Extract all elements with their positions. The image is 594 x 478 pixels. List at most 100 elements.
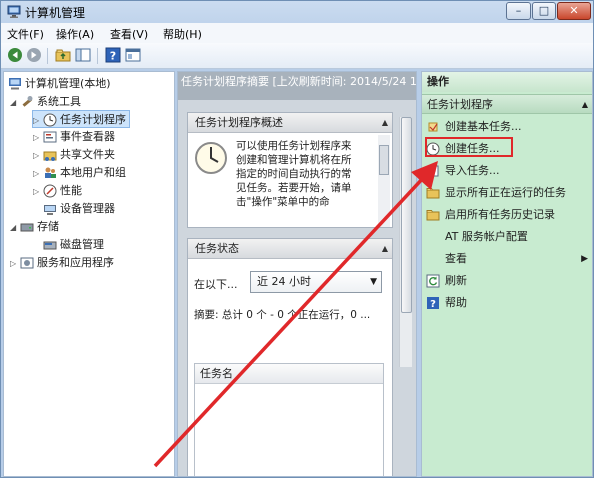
expand-arrow-icon[interactable]: ▷ [33, 147, 43, 165]
overview-section-header[interactable]: 任务计划程序概述 ▲ [188, 113, 392, 133]
tree-disk-management[interactable]: 磁盘管理 [43, 236, 104, 254]
center-scroll-thumb[interactable] [401, 117, 412, 313]
tree-performance-label: 性能 [60, 184, 82, 197]
actions-header-label: 操作 [427, 75, 449, 88]
task-status-title: 任务状态 [195, 242, 239, 255]
services-icon [20, 257, 34, 269]
maximize-button[interactable]: □ [532, 2, 556, 20]
collapse-arrow-icon[interactable]: ◢ [10, 219, 20, 237]
help-icon[interactable]: ? [105, 47, 121, 63]
computer-management-icon [7, 5, 21, 18]
action-enable-history[interactable]: 启用所有任务历史记录 [426, 204, 590, 226]
collapse-arrow-icon[interactable]: ◢ [10, 94, 20, 112]
toolbar: ? [1, 43, 593, 69]
folder-icon [426, 210, 440, 221]
center-pane: 任务计划程序摘要 [上次刷新时间: 2014/5/24 14 任务计划程序概述 … [177, 71, 417, 477]
actions-group-header[interactable]: 任务计划程序 ▲ [422, 94, 592, 115]
expand-arrow-icon[interactable]: ▷ [10, 255, 20, 273]
tree-services[interactable]: ▷ 服务和应用程序 [10, 254, 114, 272]
action-label: 显示所有正在运行的任务 [445, 186, 566, 199]
status-period-value: 近 24 小时 [257, 275, 311, 288]
action-show-running-tasks[interactable]: 显示所有正在运行的任务 [426, 182, 590, 204]
menu-bar: 文件(F) 操作(A) 查看(V) 帮助(H) [1, 23, 593, 43]
tree-shared-folders-label: 共享文件夹 [60, 148, 115, 161]
title-bar[interactable]: 计算机管理 – □ ✕ [1, 1, 593, 23]
tree-root-label: 计算机管理(本地) [25, 77, 111, 90]
collapse-icon[interactable]: ▲ [382, 239, 388, 259]
tree-disk-management-label: 磁盘管理 [60, 238, 104, 251]
back-icon[interactable] [7, 47, 23, 63]
properties-icon[interactable] [125, 47, 141, 63]
overview-line: 指定的时间自动执行的常 [236, 168, 352, 180]
action-create-basic-task[interactable]: 创建基本任务... [426, 116, 590, 138]
shared-folder-icon [43, 151, 57, 161]
tree-root[interactable]: 计算机管理(本地) [8, 75, 111, 93]
task-status-header[interactable]: 任务状态 ▲ [188, 239, 392, 259]
tree-task-scheduler[interactable]: ▷ 任务计划程序 [32, 110, 130, 128]
device-manager-icon [44, 205, 56, 215]
minimize-button[interactable]: – [506, 2, 531, 20]
close-icon: ✕ [569, 4, 579, 17]
expand-arrow-icon[interactable]: ▷ [33, 129, 43, 147]
tree-event-viewer-label: 事件查看器 [60, 130, 115, 143]
up-folder-icon[interactable] [55, 47, 71, 63]
tree-storage[interactable]: ◢ 存储 [10, 218, 59, 236]
actions-pane: 操作 任务计划程序 ▲ 创建基本任务... 创建任务... 导入任务... 显示… [421, 71, 593, 477]
tree-local-users[interactable]: ▷ 本地用户和组 [33, 164, 126, 182]
menu-file[interactable]: 文件(F) [7, 26, 44, 42]
show-hide-tree-icon[interactable] [75, 47, 91, 63]
center-scrollbar[interactable] [399, 117, 412, 367]
svg-text:?: ? [110, 50, 116, 63]
refresh-icon [426, 274, 440, 288]
chevron-down-icon: ▼ [370, 277, 377, 287]
expand-arrow-icon[interactable]: ▷ [33, 183, 43, 201]
submenu-arrow-icon: ▶ [581, 254, 588, 264]
task-name-column-header[interactable]: 任务名 [195, 364, 383, 384]
overview-line: 击"操作"菜单中的命 [236, 196, 330, 208]
console-tree: 计算机管理(本地) ◢ 系统工具 ▷ 任务计划程序 ▷ 事件查看器 ▷ 共享文件夹 ▷ 本… [3, 71, 175, 477]
action-import-task[interactable]: 导入任务... [426, 160, 590, 182]
status-summary: 摘要: 总计 0 个 - 0 个正在运行，0 ... [194, 309, 371, 321]
overview-scrollbar[interactable] [378, 135, 390, 227]
tree-device-manager[interactable]: 设备管理器 [43, 200, 115, 218]
actions-group-label: 任务计划程序 [427, 98, 493, 111]
menu-help[interactable]: 帮助(H) [163, 26, 202, 42]
tree-device-manager-label: 设备管理器 [60, 202, 115, 215]
tree-shared-folders[interactable]: ▷ 共享文件夹 [33, 146, 115, 164]
tree-system-tools[interactable]: ◢ 系统工具 [10, 93, 81, 111]
action-label: 帮助 [445, 296, 467, 309]
collapse-icon[interactable]: ▲ [382, 113, 388, 133]
tree-event-viewer[interactable]: ▷ 事件查看器 [33, 128, 115, 146]
summary-header: 任务计划程序摘要 [上次刷新时间: 2014/5/24 14 [178, 72, 416, 100]
basic-task-icon [428, 122, 438, 132]
action-refresh[interactable]: 刷新 [426, 270, 590, 292]
maximize-icon: □ [538, 4, 550, 17]
close-button[interactable]: ✕ [557, 2, 591, 20]
menu-action[interactable]: 操作(A) [56, 26, 94, 42]
action-view[interactable]: 查看 ▶ [426, 248, 590, 270]
expand-arrow-icon[interactable]: ▷ [33, 165, 43, 183]
highlight-create-task [425, 137, 513, 157]
actions-header: 操作 [422, 72, 592, 92]
action-label: 创建基本任务... [445, 120, 522, 133]
toolbar-separator [97, 48, 98, 64]
toolbar-separator [47, 48, 48, 64]
status-period-select[interactable]: 近 24 小时 ▼ [250, 271, 382, 293]
menu-view[interactable]: 查看(V) [110, 26, 148, 42]
users-icon [45, 167, 56, 178]
computer-management-icon [9, 78, 21, 90]
action-at-service-config[interactable]: AT 服务帐户配置 [426, 226, 590, 248]
action-help[interactable]: ? 帮助 [426, 292, 590, 314]
forward-icon[interactable] [26, 47, 42, 63]
clock-icon [43, 113, 57, 127]
clock-illustration-icon [195, 142, 227, 174]
tools-icon [22, 96, 33, 107]
collapse-icon[interactable]: ▲ [582, 95, 588, 115]
tree-performance[interactable]: ▷ 性能 [33, 182, 82, 200]
task-name-header-label: 任务名 [200, 367, 233, 380]
storage-icon [20, 223, 34, 232]
folder-icon [426, 188, 440, 199]
overview-scroll-thumb[interactable] [379, 145, 389, 175]
tree-local-users-label: 本地用户和组 [60, 166, 126, 179]
disk-icon [43, 241, 57, 250]
